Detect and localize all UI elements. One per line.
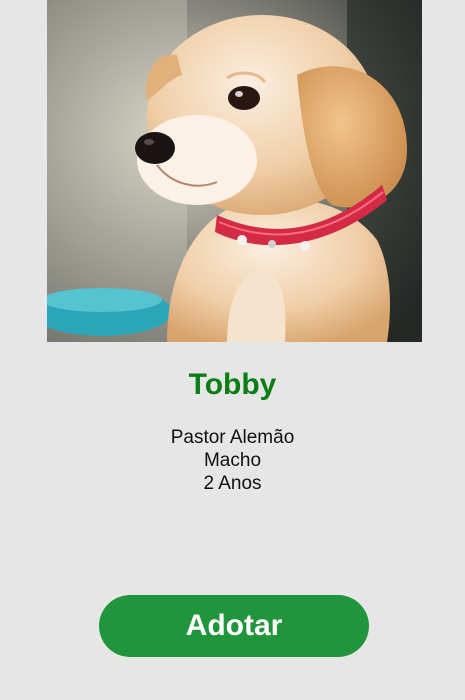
puppy-photo-icon (47, 0, 422, 342)
pet-age: 2 Anos (203, 473, 262, 494)
pet-sex: Macho (203, 450, 262, 471)
pet-details: Pastor Alemão Macho 2 Anos (0, 426, 465, 495)
pet-name: Tobby (188, 368, 277, 401)
adopt-button[interactable]: Adotar (99, 595, 369, 657)
pet-card: Tobby Pastor Alemão Macho 2 Anos Adotar (0, 0, 465, 700)
pet-photo (47, 0, 422, 342)
pet-breed: Pastor Alemão (170, 427, 295, 448)
